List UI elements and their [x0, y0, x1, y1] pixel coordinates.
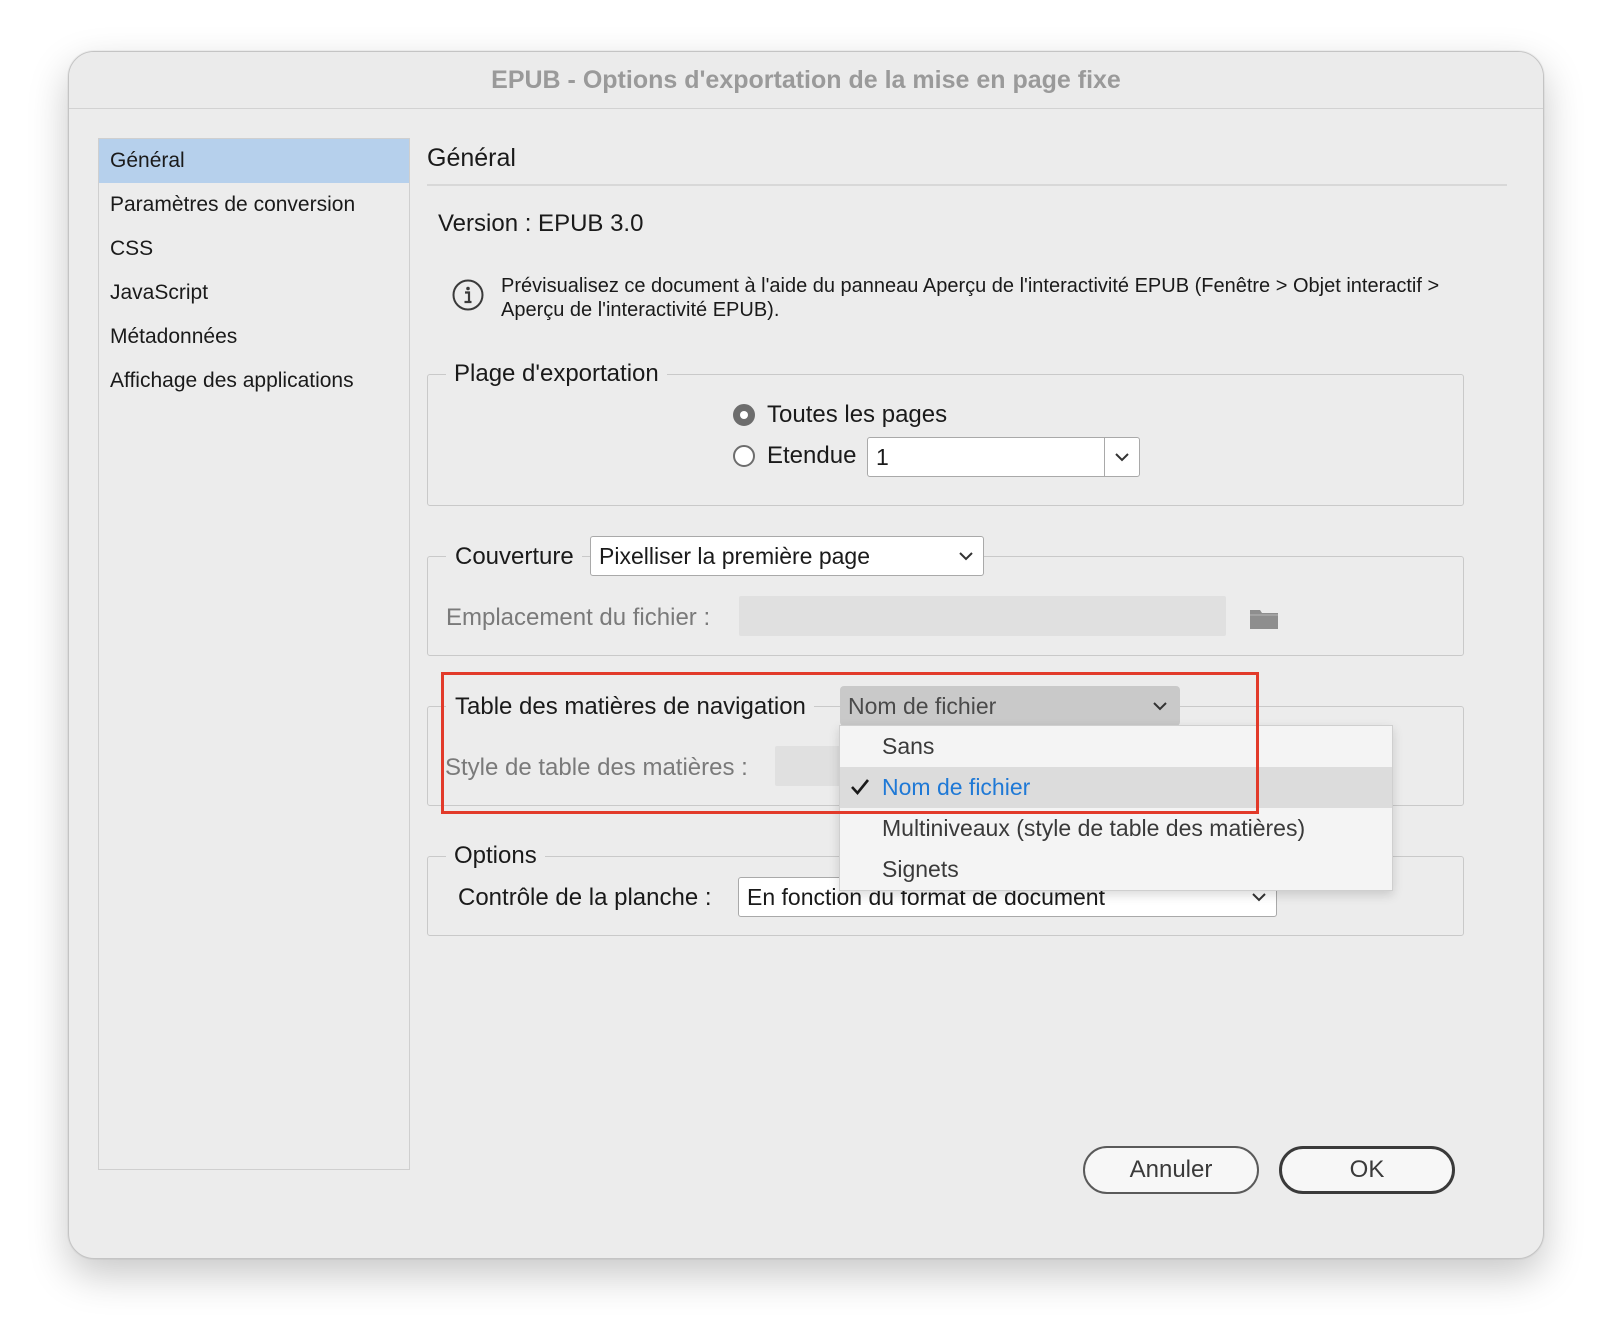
- dropdown-option-label[interactable]: Sans: [882, 733, 934, 759]
- range-combo[interactable]: 1: [867, 437, 1140, 477]
- version-label: Version : EPUB 3.0: [438, 210, 644, 237]
- sidebar-item-metadata[interactable]: Métadonnées: [99, 315, 409, 359]
- sidebar-item-conversion-settings[interactable]: Paramètres de conversion: [99, 183, 409, 227]
- dropdown-option-multilevel[interactable]: Multiniveaux (style de table des matière…: [840, 808, 1392, 849]
- export-range-group: Plage d'exportation: [427, 360, 1464, 506]
- panel-divider: [427, 184, 1507, 186]
- cancel-button[interactable]: Annuler: [1083, 1146, 1259, 1194]
- sidebar-item-css[interactable]: CSS: [99, 227, 409, 271]
- radio-range-indicator[interactable]: [733, 445, 755, 467]
- dropdown-option-label[interactable]: Signets: [882, 856, 959, 882]
- radio-all-pages[interactable]: Toutes les pages: [733, 401, 947, 429]
- range-value[interactable]: 1: [868, 444, 1104, 471]
- cover-select[interactable]: Pixelliser la première page: [590, 536, 984, 576]
- info-text: Prévisualisez ce document à l'aide du pa…: [501, 275, 1440, 321]
- dropdown-option-sans[interactable]: Sans: [840, 726, 1392, 767]
- cover-value[interactable]: Pixelliser la première page: [591, 543, 949, 570]
- radio-all-pages-label[interactable]: Toutes les pages: [767, 401, 947, 429]
- checkmark-icon: [851, 779, 870, 795]
- radio-all-pages-indicator[interactable]: [733, 404, 755, 426]
- dropdown-option-filename[interactable]: Nom de fichier: [840, 767, 1392, 808]
- chevron-down-icon[interactable]: [1140, 701, 1180, 711]
- sidebar-item-javascript[interactable]: JavaScript: [99, 271, 409, 315]
- chevron-down-icon[interactable]: [949, 551, 983, 561]
- radio-range[interactable]: Etendue: [733, 442, 856, 470]
- info-icon: [452, 279, 484, 311]
- toc-style-label: Style de table des matières :: [445, 754, 748, 781]
- cover-label: Couverture: [447, 543, 582, 571]
- spread-control-label: Contrôle de la planche :: [458, 884, 712, 911]
- dropdown-option-label[interactable]: Nom de fichier: [882, 774, 1030, 800]
- chevron-down-icon[interactable]: [1105, 452, 1139, 462]
- nav-toc-select[interactable]: Nom de fichier: [840, 686, 1180, 726]
- window-title: EPUB - Options d'exportation de la mise …: [69, 52, 1543, 109]
- sidebar-item-app-display[interactable]: Affichage des applications: [99, 359, 409, 403]
- chevron-down-icon[interactable]: [1242, 892, 1276, 902]
- file-location-label: Emplacement du fichier :: [446, 604, 711, 631]
- toc-style-field: [775, 746, 845, 786]
- dropdown-option-label[interactable]: Multiniveaux (style de table des matière…: [882, 815, 1305, 841]
- file-location-field: [739, 596, 1226, 636]
- sidebar: Général Paramètres de conversion CSS Jav…: [98, 138, 410, 1170]
- dropdown-option-bookmarks[interactable]: Signets: [840, 849, 1392, 890]
- options-legend: Options: [454, 842, 537, 869]
- radio-range-label[interactable]: Etendue: [767, 442, 856, 470]
- export-range-legend: Plage d'exportation: [454, 360, 659, 387]
- folder-icon: [1250, 610, 1278, 629]
- nav-toc-label: Table des matières de navigation: [447, 693, 814, 721]
- nav-toc-value[interactable]: Nom de fichier: [840, 693, 1140, 720]
- nav-toc-dropdown-menu: Sans Nom de fichier Multiniveaux (style …: [839, 725, 1393, 891]
- panel-title: Général: [427, 144, 516, 172]
- ok-button[interactable]: OK: [1279, 1146, 1455, 1194]
- export-dialog: EPUB - Options d'exportation de la mise …: [68, 51, 1544, 1259]
- sidebar-item-general[interactable]: Général: [99, 139, 409, 183]
